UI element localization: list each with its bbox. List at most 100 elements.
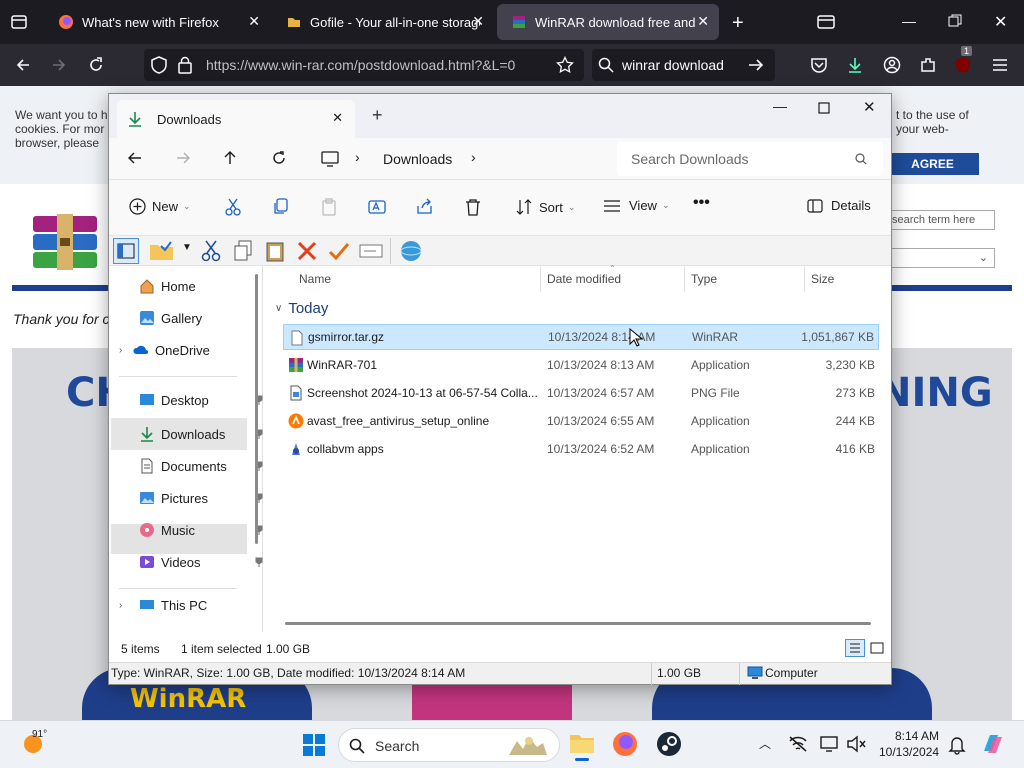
shield-icon[interactable] xyxy=(150,56,168,74)
chevron-down-icon[interactable]: ∨ xyxy=(275,303,282,314)
taskbar-search[interactable]: Search xyxy=(338,728,560,762)
rename-field-icon[interactable] xyxy=(359,242,383,260)
file-row[interactable]: avast_free_antivirus_setup_online 10/13/… xyxy=(283,408,879,434)
nav-item-home[interactable]: Home xyxy=(139,272,267,300)
new-button[interactable]: New ⌄ xyxy=(129,198,191,215)
downloads-icon[interactable] xyxy=(842,52,868,78)
copy-icon[interactable] xyxy=(273,198,289,216)
close-icon[interactable]: ✕ xyxy=(863,98,876,116)
display-icon[interactable] xyxy=(820,735,840,753)
forward-icon[interactable] xyxy=(46,52,72,78)
steam-taskbar-icon[interactable] xyxy=(656,731,682,757)
pocket-icon[interactable] xyxy=(806,52,832,78)
file-explorer-taskbar-icon[interactable] xyxy=(569,731,595,761)
chevron-up-icon[interactable]: ︿ xyxy=(759,735,771,752)
network-icon[interactable] xyxy=(788,735,808,753)
chevron-right-icon[interactable]: › xyxy=(119,600,139,610)
new-tab-icon[interactable]: + xyxy=(732,12,744,35)
bookmark-star-icon[interactable] xyxy=(556,56,574,74)
file-row[interactable]: Screenshot 2024-10-13 at 06-57-54 Colla.… xyxy=(283,380,879,406)
url-bar[interactable]: https://www.win-rar.com/postdownload.htm… xyxy=(144,49,584,81)
breadcrumb[interactable]: › Downloads › xyxy=(313,142,607,176)
browser-tab-winrar[interactable]: WinRAR download free and sup ✕ xyxy=(497,4,719,40)
go-arrow-icon[interactable] xyxy=(747,57,765,73)
nav-item-documents[interactable]: Documents xyxy=(139,452,267,480)
ublock-icon[interactable]: 1 xyxy=(950,46,976,78)
copy-icon[interactable] xyxy=(233,240,253,262)
clock-date[interactable]: 10/13/2024 xyxy=(879,745,939,759)
search-bar[interactable]: winrar download xyxy=(592,49,775,81)
menu-icon[interactable] xyxy=(987,52,1013,78)
network-globe-icon[interactable] xyxy=(399,240,423,262)
delete-icon[interactable] xyxy=(465,198,481,216)
nav-item-onedrive[interactable]: › OneDrive xyxy=(119,336,247,364)
nav-scrollbar[interactable] xyxy=(255,274,258,544)
reload-icon[interactable] xyxy=(83,52,109,78)
extensions-icon[interactable] xyxy=(915,52,941,78)
cut-icon[interactable] xyxy=(201,240,221,262)
tiles-view-icon[interactable] xyxy=(870,641,884,655)
file-row[interactable]: WinRAR-701 10/13/2024 8:13 AM Applicatio… xyxy=(283,352,879,378)
column-divider[interactable] xyxy=(804,266,805,292)
back-icon[interactable] xyxy=(127,150,143,166)
breadcrumb-downloads[interactable]: Downloads xyxy=(383,151,452,167)
nav-item-downloads[interactable]: Downloads xyxy=(139,420,267,448)
column-divider[interactable] xyxy=(540,266,541,292)
nav-item-videos[interactable]: Videos xyxy=(139,548,267,576)
restore-icon[interactable] xyxy=(948,14,962,28)
maximize-icon[interactable] xyxy=(818,102,830,114)
check-icon[interactable] xyxy=(328,240,350,262)
refresh-icon[interactable] xyxy=(271,150,287,166)
account-icon[interactable] xyxy=(879,52,905,78)
nav-item-music[interactable]: Music xyxy=(139,516,267,544)
details-button[interactable]: Details xyxy=(807,198,871,213)
navigation-pane-icon[interactable] xyxy=(113,238,139,264)
more-options-icon[interactable]: ••• xyxy=(693,194,710,212)
lock-icon[interactable] xyxy=(178,56,192,74)
minimize-icon[interactable]: — xyxy=(902,13,916,29)
volume-muted-icon[interactable] xyxy=(846,735,866,753)
column-header-type[interactable]: Type xyxy=(691,272,717,286)
share-icon[interactable] xyxy=(416,198,434,216)
copilot-icon[interactable] xyxy=(980,731,1006,757)
list-tabs-icon[interactable] xyxy=(817,14,835,30)
minimize-icon[interactable]: — xyxy=(773,98,787,114)
nav-item-gallery[interactable]: Gallery xyxy=(139,304,267,332)
forward-icon[interactable] xyxy=(175,150,191,166)
explorer-tab[interactable]: Downloads ✕ xyxy=(117,100,355,138)
up-icon[interactable] xyxy=(222,150,238,166)
nav-item-this-pc[interactable]: › This PC xyxy=(119,600,247,610)
clock-time[interactable]: 8:14 AM xyxy=(895,729,939,743)
browser-tab-firefox[interactable]: What's new with Firefox ✕ xyxy=(44,4,270,40)
close-icon[interactable]: ✕ xyxy=(697,13,709,30)
weather-temp[interactable]: 91° xyxy=(32,729,47,740)
dropdown-arrow-icon[interactable]: ▼ xyxy=(182,242,192,253)
agree-button[interactable]: AGREE xyxy=(886,153,979,175)
file-row[interactable]: collabvm apps 10/13/2024 6:52 AM Applica… xyxy=(283,436,879,462)
browser-tab-gofile[interactable]: Gofile - Your all-in-one storage ✕ xyxy=(272,4,494,40)
column-header-size[interactable]: Size xyxy=(811,272,834,286)
horizontal-scrollbar[interactable] xyxy=(285,622,871,625)
close-window-icon[interactable]: ✕ xyxy=(994,12,1007,32)
delete-x-icon[interactable] xyxy=(296,240,318,262)
search-downloads-input[interactable]: Search Downloads xyxy=(617,142,883,176)
details-view-icon[interactable] xyxy=(845,639,865,657)
firefox-taskbar-icon[interactable] xyxy=(612,731,638,757)
paste-icon[interactable] xyxy=(265,240,285,262)
column-header-name[interactable]: Name xyxy=(299,272,331,286)
back-icon[interactable] xyxy=(10,52,36,78)
firefox-view-icon[interactable] xyxy=(10,13,28,31)
group-header-today[interactable]: ∨ Today xyxy=(275,300,328,317)
column-header-date[interactable]: Date modified xyxy=(547,272,621,286)
nav-item-desktop[interactable]: Desktop xyxy=(139,386,267,414)
close-icon[interactable]: ✕ xyxy=(472,13,484,30)
site-search-input[interactable]: search term here xyxy=(886,210,995,230)
close-icon[interactable]: ✕ xyxy=(248,13,260,30)
folder-options-icon[interactable] xyxy=(149,240,175,262)
chevron-right-icon[interactable]: › xyxy=(119,345,133,356)
start-icon[interactable] xyxy=(302,733,326,757)
view-button[interactable]: View ⌄ xyxy=(603,198,670,213)
pin-icon[interactable] xyxy=(255,557,263,567)
sort-button[interactable]: Sort ⌄ xyxy=(515,198,575,216)
new-tab-icon[interactable]: + xyxy=(372,105,383,126)
